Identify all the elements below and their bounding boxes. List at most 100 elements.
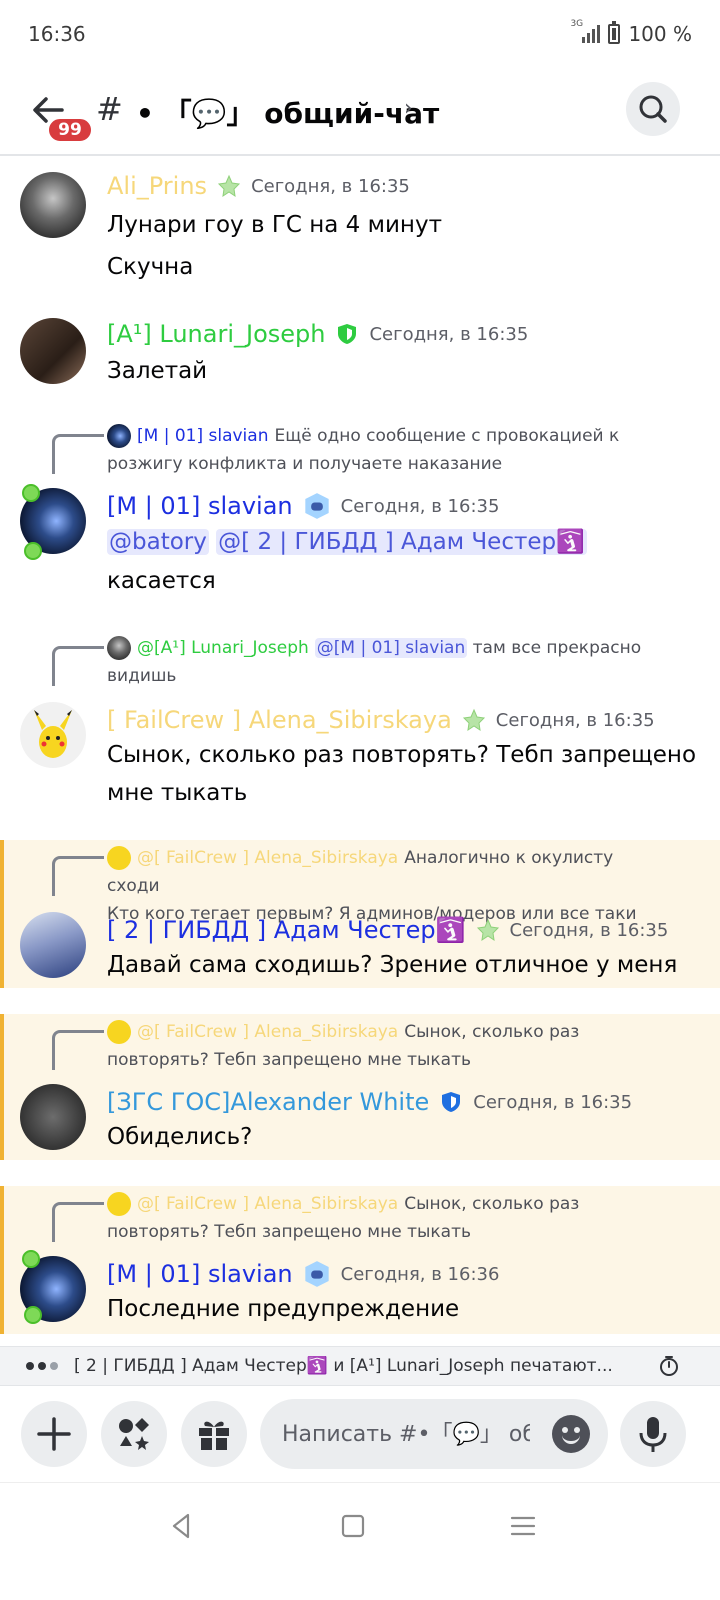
avatar[interactable] <box>20 318 86 384</box>
microphone-icon <box>639 1417 667 1452</box>
channel-header: 99 # • 「💬」 общий-чат › <box>0 70 720 156</box>
chevron-right-icon[interactable]: › <box>404 96 413 121</box>
reply-text: видишь <box>107 666 177 686</box>
message-text: Последние предупреждение <box>107 1296 460 1322</box>
timestamp: Сегодня, в 16:35 <box>369 323 529 345</box>
reply-text: повторять? Тебп запрещено мне тыкать <box>107 1050 471 1070</box>
message[interactable]: [M | 01] slavian Ещё одно сообщение с про… <box>0 418 720 608</box>
apps-icon <box>119 1418 149 1450</box>
message-input-container[interactable] <box>260 1399 608 1469</box>
author-name[interactable]: [ЗГС ГОС]Alexander White <box>107 1088 429 1116</box>
typing-text: [ 2 | ГИБДД ] Адам Честер🛐 и [A¹] Lunari… <box>74 1356 613 1376</box>
timestamp: Сегодня, в 16:35 <box>509 919 669 941</box>
reply-author: @[ FailCrew ] Alena_Sibirskaya <box>137 848 399 868</box>
author-name[interactable]: Ali_Prins <box>107 172 207 200</box>
avatar[interactable] <box>20 702 86 768</box>
reply-connector <box>52 434 104 474</box>
author-name[interactable]: [M | 01] slavian <box>107 1260 293 1288</box>
reply-connector <box>52 856 104 896</box>
reply-preview[interactable]: @[A¹] Lunari_Joseph @[M | 01] slavian там… <box>107 634 667 690</box>
reply-connector <box>52 1202 104 1242</box>
reply-connector <box>52 646 104 686</box>
timestamp: Сегодня, в 16:36 <box>340 1263 500 1285</box>
message[interactable]: @[ FailCrew ] Alena_Sibirskaya Сынок, ско… <box>0 1014 720 1160</box>
user-mention[interactable]: @batory <box>107 529 209 555</box>
plus-icon <box>37 1417 71 1451</box>
message-text: Давай сама сходишь? Зрение отличное у ме… <box>107 952 678 978</box>
reply-avatar <box>107 1020 131 1044</box>
shield-icon <box>442 1092 461 1112</box>
timestamp: Сегодня, в 16:35 <box>495 709 655 731</box>
battery-icon <box>608 21 621 44</box>
boost-icon <box>476 918 499 942</box>
author-name[interactable]: [ FailCrew ] Alena_Sibirskaya <box>107 706 452 734</box>
timestamp: Сегодня, в 16:35 <box>251 175 410 197</box>
flower-decoration-icon <box>24 1306 42 1324</box>
voice-message-button[interactable] <box>620 1401 686 1467</box>
reply-author: @[ FailCrew ] Alena_Sibirskaya <box>137 1194 399 1214</box>
search-icon <box>639 95 667 123</box>
boost-icon <box>218 174 241 198</box>
message-text: Сынок, сколько раз повторять? Тебп запре… <box>107 742 697 768</box>
channel-title[interactable]: • 「💬」 общий-чат <box>136 92 439 132</box>
reply-text: там все прекрасно <box>472 638 642 658</box>
message-mentions: @batory @[ 2 | ГИБДД ] Адам Честер🛐 <box>107 528 587 555</box>
typing-indicator: [ 2 | ГИБДД ] Адам Честер🛐 и [A¹] Lunari… <box>0 1346 720 1386</box>
reply-text: розжигу конфликта и получаете наказание <box>107 454 503 474</box>
reply-avatar <box>107 424 131 448</box>
add-attachment-button[interactable] <box>21 1401 87 1467</box>
user-mention[interactable]: @[ 2 | ГИБДД ] Адам Честер🛐 <box>216 529 587 555</box>
discord-badge-icon <box>304 1261 329 1287</box>
message-text: Скучна <box>107 254 194 280</box>
gift-button[interactable] <box>181 1401 247 1467</box>
pikachu-avatar-icon <box>34 710 72 758</box>
avatar[interactable] <box>20 912 86 978</box>
nav-home-icon[interactable] <box>338 1511 368 1541</box>
reply-preview[interactable]: @[ FailCrew ] Alena_Sibirskaya Сынок, ско… <box>107 1018 667 1074</box>
message-input[interactable] <box>282 1417 530 1451</box>
message-text: мне тыкать <box>107 780 248 806</box>
author-name[interactable]: [A¹] Lunari_Joseph <box>107 320 325 348</box>
flower-decoration-icon <box>22 484 40 502</box>
gift-icon <box>199 1421 229 1450</box>
author-name[interactable]: [M | 01] slavian <box>107 492 293 520</box>
battery-level: 100 % <box>628 22 692 46</box>
discord-badge-icon <box>304 493 329 519</box>
reply-connector <box>52 1030 104 1070</box>
reply-preview[interactable]: [M | 01] slavian Ещё одно сообщение с про… <box>107 422 667 478</box>
reply-author: @[ FailCrew ] Alena_Sibirskaya <box>137 1022 399 1042</box>
status-time: 16:36 <box>28 22 86 46</box>
nav-back-icon[interactable] <box>166 1511 196 1541</box>
reply-text: Сынок, сколько раз <box>404 1022 580 1042</box>
message[interactable]: @[ FailCrew ] Alena_Sibirskaya Сынок, ско… <box>0 1186 720 1334</box>
reply-author: [M | 01] slavian <box>137 426 269 446</box>
message[interactable]: Ali_Prins Сегодня, в 16:35 Лунари гоу в … <box>0 160 720 300</box>
timestamp: Сегодня, в 16:35 <box>340 495 500 517</box>
author-name[interactable]: [ 2 | ГИБДД ] Адам Честер🛐 <box>107 916 466 944</box>
message[interactable]: @[A¹] Lunari_Joseph @[M | 01] slavian там… <box>0 630 720 820</box>
system-navigation-bar <box>0 1482 720 1600</box>
message[interactable]: [A¹] Lunari_Joseph Сегодня, в 16:35 Зале… <box>0 308 720 398</box>
reply-author: @[A¹] Lunari_Joseph <box>137 638 309 658</box>
avatar[interactable] <box>20 172 86 238</box>
status-bar: 16:36 3G 100 % <box>0 0 720 70</box>
message[interactable]: @[ FailCrew ] Alena_Sibirskaya Аналогично… <box>0 840 720 988</box>
user-mention[interactable]: @[M | 01] slavian <box>314 638 468 658</box>
nav-menu-icon[interactable] <box>508 1511 538 1541</box>
shield-icon <box>338 324 357 344</box>
network-type: 3G <box>570 19 584 29</box>
reply-preview[interactable]: @[ FailCrew ] Alena_Sibirskaya Сынок, ско… <box>107 1190 667 1246</box>
reply-text: Ещё одно сообщение с провокацией к <box>274 426 620 446</box>
unread-badge: 99 <box>46 116 94 144</box>
avatar[interactable] <box>20 1084 86 1150</box>
emoji-icon[interactable] <box>552 1415 590 1453</box>
status-indicators: 3G 100 % <box>570 19 692 46</box>
apps-button[interactable] <box>101 1401 167 1467</box>
flower-decoration-icon <box>22 1250 40 1268</box>
timer-icon[interactable] <box>658 1355 680 1377</box>
message-text: Обиделись? <box>107 1124 253 1150</box>
reply-avatar <box>107 846 131 870</box>
text-channel-icon: # <box>96 90 123 128</box>
reply-text: повторять? Тебп запрещено мне тыкать <box>107 1222 471 1242</box>
search-button[interactable] <box>626 82 680 136</box>
